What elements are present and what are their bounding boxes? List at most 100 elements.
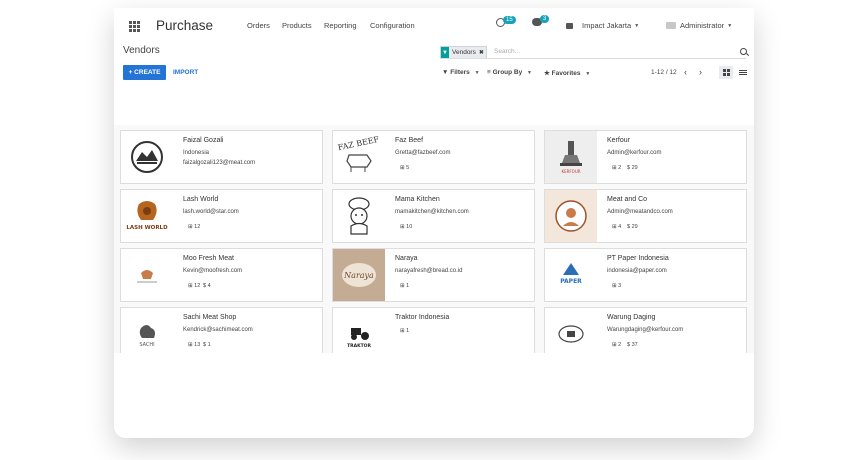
groupby-dropdown[interactable]: ≡ Group By ▼ bbox=[487, 69, 532, 76]
caret-down-icon: ▼ bbox=[634, 22, 640, 29]
vendor-email: Admin@meatandco.com bbox=[607, 209, 673, 215]
filters-label: Filters bbox=[450, 69, 470, 76]
vendor-email: faizalgozali123@meat.com bbox=[183, 160, 256, 166]
purchase-count: ⊞ 12 bbox=[188, 283, 201, 289]
temple-icon: KERFOUR bbox=[545, 131, 597, 183]
cart-icon: ⊞ bbox=[400, 224, 405, 230]
filters-dropdown[interactable]: ▼ Filters ▼ bbox=[442, 69, 480, 76]
vendor-name: Faz Beef bbox=[395, 137, 424, 144]
vendor-email: Gretta@fazbeef.com bbox=[395, 150, 451, 156]
groupby-label: Group By bbox=[492, 69, 523, 76]
cart-icon: ⊞ bbox=[400, 283, 405, 289]
menu-products[interactable]: Products bbox=[282, 21, 312, 30]
caret-down-icon: ▼ bbox=[527, 70, 532, 76]
bill-amount: $ 37 bbox=[627, 342, 638, 348]
logo-text: TRAKTOR bbox=[347, 343, 371, 349]
bill-amount: $ 1 bbox=[203, 342, 211, 348]
pager-value[interactable]: 1-12 / 12 bbox=[651, 69, 677, 76]
search-icon[interactable] bbox=[740, 48, 747, 55]
page-title: Vendors bbox=[123, 45, 160, 56]
close-icon[interactable]: ✖ bbox=[479, 49, 486, 56]
cart-icon: ⊞ bbox=[612, 283, 617, 289]
company-name: Impact Jakarta bbox=[582, 21, 632, 30]
building-icon bbox=[566, 22, 573, 29]
purchase-count: ⊞ 4 bbox=[612, 224, 622, 230]
vendor-name: Warung Daging bbox=[607, 314, 656, 321]
vendor-card[interactable]: Moo Fresh Meat Kevin@moofresh.com ⊞ 12 $… bbox=[120, 248, 323, 302]
filter-icon: ▼ bbox=[441, 47, 449, 58]
favorites-label: Favorites bbox=[551, 70, 581, 77]
list-view-button[interactable] bbox=[736, 66, 750, 79]
logo-text: Naraya bbox=[343, 271, 374, 280]
vendor-card[interactable]: Meat and Co Admin@meatandco.com ⊞ 4 $ 29 bbox=[544, 189, 747, 243]
apps-menu-icon[interactable] bbox=[129, 21, 140, 32]
app-window: Purchase Orders Products Reporting Confi… bbox=[114, 8, 754, 438]
messages-button[interactable]: 3 bbox=[532, 15, 550, 26]
activity-button[interactable]: 15 bbox=[496, 15, 516, 27]
lash-world-icon: LASH WORLD bbox=[121, 190, 173, 242]
cart-icon: ⊞ bbox=[188, 224, 193, 230]
kanban-board: Faizal Gozali Indonesia faizalgozali123@… bbox=[114, 125, 754, 361]
vendor-name: Meat and Co bbox=[607, 196, 648, 203]
vendor-email: lash.world@star.com bbox=[183, 209, 239, 215]
vendor-card[interactable]: Mama Kitchen mamakitchen@kitchen.com ⊞ 1… bbox=[332, 189, 535, 243]
vendor-email: mamakitchen@kitchen.com bbox=[395, 209, 469, 215]
paper-icon: PAPER bbox=[545, 249, 597, 301]
vendor-email: Kendrick@sachimeat.com bbox=[183, 327, 253, 333]
logo-text: SACHI bbox=[139, 342, 154, 348]
vendor-card[interactable]: LASH WORLD Lash World lash.world@star.co… bbox=[120, 189, 323, 243]
user-menu[interactable]: Administrator ▼ bbox=[666, 21, 732, 30]
vendor-card[interactable]: Naraya Naraya narayafresh@bread.co.id ⊞ … bbox=[332, 248, 535, 302]
search-underline bbox=[440, 58, 746, 59]
chevron-right-icon[interactable]: › bbox=[699, 67, 702, 77]
vendor-email: Kevin@moofresh.com bbox=[183, 268, 243, 274]
vendor-card[interactable]: Faizal Gozali Indonesia faizalgozali123@… bbox=[120, 130, 323, 184]
vendor-email: narayafresh@bread.co.id bbox=[395, 268, 463, 274]
purchase-count: ⊞ 10 bbox=[400, 224, 413, 230]
vendor-card[interactable]: PAPER PT Paper Indonesia indonesia@paper… bbox=[544, 248, 747, 302]
chevron-left-icon[interactable]: ‹ bbox=[684, 67, 687, 77]
menu-orders[interactable]: Orders bbox=[247, 21, 270, 30]
activity-count-badge: 15 bbox=[503, 15, 516, 24]
app-name[interactable]: Purchase bbox=[156, 18, 213, 33]
purchase-count: ⊞ 1 bbox=[400, 328, 410, 334]
caret-down-icon: ▼ bbox=[474, 70, 480, 76]
filter-icon: ▼ bbox=[442, 69, 449, 76]
list-icon bbox=[739, 68, 747, 76]
bill-amount: $ 29 bbox=[627, 224, 638, 230]
vendor-name: Naraya bbox=[395, 255, 418, 262]
vendor-card[interactable]: KERFOUR Kerfour Admin@kerfour.com ⊞ 2 $ … bbox=[544, 130, 747, 184]
cart-icon: ⊞ bbox=[612, 342, 617, 348]
cart-icon: ⊞ bbox=[612, 165, 617, 171]
kanban-view-button[interactable] bbox=[719, 66, 733, 79]
vendor-name: Kerfour bbox=[607, 137, 630, 144]
purchase-count: ⊞ 12 bbox=[188, 224, 201, 230]
purchase-count: ⊞ 5 bbox=[400, 165, 410, 171]
vendor-name: Moo Fresh Meat bbox=[183, 255, 234, 262]
moo-fresh-icon bbox=[121, 249, 173, 301]
purchase-count: ⊞ 2 bbox=[612, 342, 622, 348]
butcher-icon bbox=[545, 190, 597, 242]
caret-down-icon: ▼ bbox=[727, 22, 733, 29]
create-button[interactable]: + CREATE bbox=[123, 65, 166, 80]
grid-icon bbox=[722, 69, 730, 76]
vendor-name: Lash World bbox=[183, 196, 219, 203]
cart-icon: ⊞ bbox=[188, 342, 193, 348]
vendor-card[interactable]: FAZ BEEF Faz Beef Gretta@fazbeef.com ⊞ 5 bbox=[332, 130, 535, 184]
vendor-country: Indonesia bbox=[183, 150, 210, 156]
search-input[interactable]: Search... bbox=[494, 48, 520, 55]
favorites-dropdown[interactable]: ★ Favorites ▼ bbox=[544, 69, 590, 77]
vendor-name: Traktor Indonesia bbox=[395, 314, 450, 321]
vendor-name: Mama Kitchen bbox=[395, 196, 440, 203]
vendor-email: Admin@kerfour.com bbox=[607, 150, 662, 156]
company-switcher[interactable]: Impact Jakarta ▼ bbox=[566, 21, 639, 30]
cart-icon: ⊞ bbox=[188, 283, 193, 289]
logo-text: KERFOUR bbox=[561, 169, 580, 174]
import-button[interactable]: IMPORT bbox=[173, 69, 198, 76]
purchase-count: ⊞ 2 bbox=[612, 165, 622, 171]
menu-reporting[interactable]: Reporting bbox=[324, 21, 357, 30]
vendor-email: indonesia@paper.com bbox=[607, 268, 667, 274]
menu-configuration[interactable]: Configuration bbox=[370, 21, 415, 30]
purchase-count: ⊞ 3 bbox=[612, 283, 622, 289]
purchase-count: ⊞ 13 bbox=[188, 342, 201, 348]
